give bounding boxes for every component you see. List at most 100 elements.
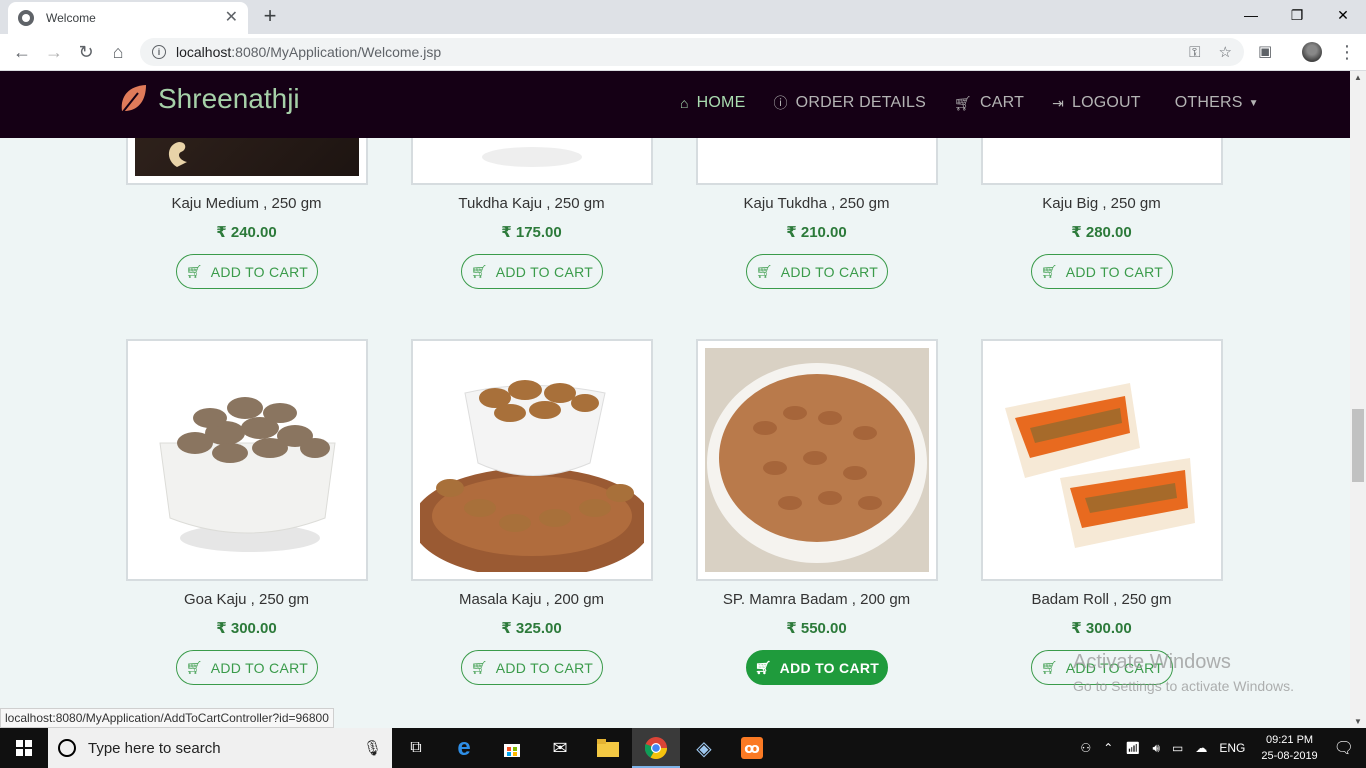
maximize-button[interactable]: ❐ — [1274, 0, 1320, 30]
watermark-title: Activate Windows — [1073, 651, 1231, 673]
product-price: ₹ 300.00 — [1071, 620, 1132, 637]
page-scrollbar[interactable]: ▲ ▼ — [1350, 71, 1366, 728]
language-indicator[interactable]: ENG — [1219, 741, 1245, 755]
browser-menu-icon[interactable]: ⋮ — [1338, 40, 1356, 64]
profile-avatar[interactable] — [1302, 42, 1322, 62]
people-icon[interactable]: ⚇ — [1080, 741, 1091, 755]
globe-icon — [18, 10, 34, 26]
mail-icon[interactable]: ✉ — [536, 728, 584, 768]
product-card-image[interactable] — [696, 339, 938, 581]
nav-home-label: HOME — [696, 94, 746, 111]
nav-logout[interactable]: ⇥ LOGOUT — [1052, 94, 1141, 112]
onedrive-icon[interactable]: ☁ — [1195, 741, 1207, 755]
nav-others-label: OTHERS — [1174, 94, 1243, 111]
button-label: ADD TO CART — [495, 659, 594, 676]
page-viewport: Shreenathji ⌂ HOME ⓘ ORDER DETAILS 🛒︎ CA… — [0, 71, 1350, 728]
nav-cart[interactable]: 🛒︎ CART — [954, 94, 1024, 112]
windows-taskbar: Type here to search 🎙︎ ⧉ e ✉ ◈ ꝏ ⚇ ⌃ 📶︎ … — [0, 728, 1366, 768]
product-name: Kaju Big , 250 gm — [1042, 195, 1161, 212]
product-name: Kaju Tukdha , 250 gm — [743, 195, 890, 212]
product-image — [990, 348, 1214, 572]
product-card-image[interactable] — [126, 339, 368, 581]
product-image — [135, 348, 359, 572]
add-to-cart-button[interactable]: 🛒︎ ADD TO CART — [176, 254, 318, 289]
product-card-image[interactable] — [411, 339, 653, 581]
product-name: Kaju Medium , 250 gm — [171, 195, 322, 212]
store-bag-icon — [504, 744, 520, 757]
button-label: ADD TO CART — [1065, 263, 1164, 280]
bookmark-star-icon[interactable]: ☆ — [1219, 43, 1232, 61]
cart-icon: 🛒︎ — [185, 659, 203, 675]
microphone-icon[interactable]: 🎙︎ — [363, 739, 382, 757]
file-explorer-icon[interactable] — [584, 728, 632, 768]
system-tray: ⚇ ⌃ 📶︎ 🔊︎ ▭ ☁ ENG 09:21 PM 25-08-2019 🗨︎ — [1074, 728, 1366, 768]
scroll-down-icon[interactable]: ▼ — [1354, 717, 1362, 726]
scroll-thumb[interactable] — [1352, 409, 1364, 482]
back-button[interactable]: ← — [10, 40, 34, 64]
search-placeholder: Type here to search — [88, 739, 221, 757]
product-name: Goa Kaju , 250 gm — [183, 591, 310, 608]
brand[interactable]: Shreenathji — [118, 83, 300, 115]
masala-kaju-photo — [420, 380, 644, 572]
close-tab-icon[interactable]: ✕ — [225, 10, 238, 26]
link-status-bar: localhost:8080/MyApplication/AddToCartCo… — [0, 708, 334, 728]
new-tab-button[interactable]: + — [258, 4, 282, 28]
show-hidden-icons[interactable]: ⌃ — [1103, 741, 1113, 755]
xampp-icon[interactable]: ꝏ — [728, 728, 776, 768]
address-bar[interactable]: i localhost:8080/MyApplication/Welcome.j… — [140, 38, 1244, 66]
add-to-cart-button[interactable]: 🛒︎ ADD TO CART — [746, 650, 888, 685]
cart-icon: 🛒︎ — [755, 263, 773, 279]
home-icon: ⌂ — [680, 95, 689, 111]
edge-icon[interactable]: e — [440, 728, 488, 768]
nav-order-details-label: ORDER DETAILS — [795, 94, 926, 111]
add-to-cart-button[interactable]: 🛒︎ ADD TO CART — [746, 254, 888, 289]
add-to-cart-button[interactable]: 🛒︎ ADD TO CART — [461, 254, 603, 289]
minimize-button[interactable]: — — [1228, 0, 1274, 30]
forward-button[interactable]: → — [42, 40, 66, 64]
url-text[interactable]: localhost:8080/MyApplication/Welcome.jsp — [176, 44, 1171, 60]
nav-order-details[interactable]: ⓘ ORDER DETAILS — [773, 93, 926, 113]
watermark-subtitle: Go to Settings to activate Windows. — [1073, 678, 1294, 694]
taskbar-search-input[interactable]: Type here to search 🎙︎ — [48, 728, 392, 768]
cart-icon: 🛒︎ — [185, 263, 203, 279]
home-button[interactable]: ⌂ — [106, 40, 130, 64]
browser-tab[interactable]: Welcome ✕ — [8, 2, 248, 34]
product-price: ₹ 325.00 — [501, 620, 562, 637]
product-name: Tukdha Kaju , 250 gm — [458, 195, 605, 212]
cart-icon: 🛒︎ — [1040, 659, 1058, 675]
notification-icon[interactable]: 🗨︎ — [1334, 738, 1354, 758]
add-to-cart-button[interactable]: 🛒︎ ADD TO CART — [1031, 254, 1173, 289]
tab-title: Welcome — [46, 11, 96, 25]
browser-tab-strip: Welcome ✕ + — ❐ ✕ — [0, 0, 1366, 34]
chrome-icon[interactable] — [632, 728, 680, 768]
reload-button[interactable]: ↻ — [74, 40, 98, 64]
brand-name: Shreenathji — [158, 83, 300, 114]
clock[interactable]: 09:21 PM 25-08-2019 — [1261, 732, 1317, 764]
key-icon[interactable]: ⚿ — [1189, 44, 1200, 61]
task-view-icon[interactable]: ⧉ — [392, 728, 440, 768]
battery-icon[interactable]: ▭ — [1172, 741, 1183, 755]
product-price: ₹ 300.00 — [216, 620, 277, 637]
add-to-cart-button[interactable]: 🛒︎ ADD TO CART — [176, 650, 318, 685]
extension-icon[interactable]: ▣ — [1258, 42, 1272, 60]
product-name: Masala Kaju , 200 gm — [458, 591, 605, 608]
virtualbox-icon[interactable]: ◈ — [680, 728, 728, 768]
scroll-up-icon[interactable]: ▲ — [1354, 73, 1362, 82]
button-label: ADD TO CART — [495, 263, 594, 280]
mamra-badam-photo — [707, 363, 927, 563]
nav-others-dropdown[interactable]: OTHERS ▼ — [1175, 94, 1259, 112]
nav-home[interactable]: ⌂ HOME — [680, 94, 745, 112]
close-window-button[interactable]: ✕ — [1320, 0, 1366, 30]
logout-icon: ⇥ — [1052, 94, 1064, 111]
add-to-cart-button[interactable]: 🛒︎ ADD TO CART — [461, 650, 603, 685]
volume-icon[interactable]: 🔊︎ — [1152, 741, 1160, 756]
start-button[interactable] — [0, 728, 48, 768]
site-info-icon[interactable]: i — [152, 45, 166, 59]
button-label: ADD TO CART — [779, 659, 880, 676]
network-icon[interactable]: 📶︎ — [1125, 741, 1140, 755]
product-card-image[interactable] — [981, 339, 1223, 581]
store-icon[interactable] — [488, 728, 536, 768]
badam-roll-photo — [1005, 383, 1195, 548]
nav-logout-label: LOGOUT — [1072, 94, 1141, 111]
cart-icon: 🛒︎ — [1040, 263, 1058, 279]
